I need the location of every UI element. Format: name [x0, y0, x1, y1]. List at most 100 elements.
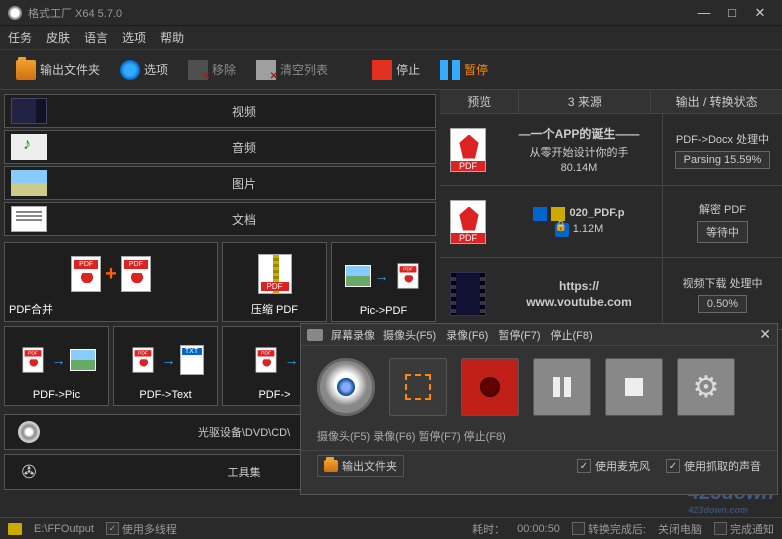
- menu-help[interactable]: 帮助: [160, 29, 184, 46]
- screen-recording-panel: 屏幕录像 摄像头(F5) 录像(F6) 暂停(F7) 停止(F8) ✕ ⚙ 摄像…: [300, 323, 778, 495]
- rec-title-text: 屏幕录像: [331, 327, 375, 343]
- arrow-icon: →: [162, 352, 176, 368]
- source-title: 020_PDF.p: [569, 207, 624, 221]
- rec-hint-stop: 停止(F8): [551, 327, 593, 343]
- folder-icon: [551, 207, 565, 221]
- source-row-3[interactable]: https:// www.voutube.com 视频下载 处理中 0.50%: [440, 258, 782, 330]
- elapsed-label: 耗时：: [472, 521, 505, 537]
- after-done-checkbox[interactable]: 转换完成后:: [572, 521, 646, 537]
- category-video[interactable]: 视频: [4, 94, 436, 128]
- camera-icon: [307, 329, 323, 341]
- disc-icon: [11, 419, 47, 445]
- crop-icon: [405, 374, 431, 400]
- source-info: 020_PDF.p 1.12M: [496, 186, 662, 257]
- tile-pdf-to-text[interactable]: → PDF->Text: [113, 326, 218, 406]
- source-row-1[interactable]: PDF —一个APP的诞生—— 从零开始设计你的手 80.14M PDF->Do…: [440, 114, 782, 186]
- tools-icon: ✇: [11, 459, 47, 485]
- rec-crop-button[interactable]: [389, 358, 447, 416]
- rec-record-button[interactable]: [461, 358, 519, 416]
- pause-label: 暂停: [464, 61, 488, 78]
- category-audio[interactable]: 音频: [4, 130, 436, 164]
- pause-icon: [440, 60, 460, 80]
- category-video-label: 视频: [53, 103, 435, 120]
- arrow-icon: →: [52, 352, 66, 368]
- rec-footer: 输出文件夹 使用麦克风 使用抓取的声音: [301, 450, 777, 481]
- source-status: PDF->Docx 处理中 Parsing 15.59%: [662, 114, 782, 185]
- gear-icon: ⚙: [693, 370, 720, 405]
- stop-icon: [372, 60, 392, 80]
- output-path[interactable]: E:\FFOutput: [34, 523, 94, 535]
- options-button[interactable]: 选项: [112, 56, 176, 84]
- source-info: —一个APP的诞生—— 从零开始设计你的手 80.14M: [496, 114, 662, 185]
- source-info: https:// www.voutube.com: [496, 258, 662, 329]
- status-title: PDF->Docx 处理中: [676, 131, 769, 147]
- header-source[interactable]: 3 来源: [519, 90, 651, 113]
- source-size: 1.12M: [573, 223, 604, 237]
- rec-hint-rec: 录像(F6): [446, 327, 488, 343]
- status-progress: 0.50%: [698, 295, 747, 313]
- stop-button[interactable]: 停止: [364, 56, 428, 84]
- tile-compress-pdf[interactable]: 压缩 PDF: [222, 242, 327, 322]
- rec-use-grab-audio-checkbox[interactable]: 使用抓取的声音: [666, 458, 761, 474]
- rec-stop-button[interactable]: [605, 358, 663, 416]
- notify-label: 完成通知: [730, 521, 774, 537]
- app-logo-icon: [8, 6, 22, 20]
- minimize-button[interactable]: —: [690, 5, 718, 20]
- audio-icon: [11, 134, 47, 160]
- rec-settings-button[interactable]: ⚙: [677, 358, 735, 416]
- pause-button[interactable]: 暂停: [432, 56, 496, 84]
- tile-pdf-to-pic[interactable]: → PDF->Pic: [4, 326, 109, 406]
- tile-label: PDF合并: [9, 301, 53, 317]
- use-mic-label: 使用麦克风: [595, 458, 650, 474]
- output-folder-label: 输出文件夹: [40, 61, 100, 78]
- header-preview[interactable]: 预览: [440, 90, 519, 113]
- image-icon: [11, 170, 47, 196]
- plus-icon: +: [105, 263, 117, 286]
- pdf-icon: [397, 263, 418, 288]
- maximize-button[interactable]: □: [718, 5, 746, 20]
- multithread-checkbox[interactable]: 使用多线程: [106, 521, 177, 537]
- document-icon: [11, 206, 47, 232]
- menu-skin[interactable]: 皮肤: [46, 29, 70, 46]
- clear-icon: [256, 60, 276, 80]
- pdf-icon: [22, 347, 43, 372]
- menu-language[interactable]: 语言: [84, 29, 108, 46]
- source-row-2[interactable]: PDF 020_PDF.p 1.12M 解密 PDF 等待中: [440, 186, 782, 258]
- rec-output-label: 输出文件夹: [342, 458, 397, 474]
- arrow-icon: →: [285, 352, 299, 368]
- window-title: 格式工厂 X64 5.7.0: [28, 5, 690, 21]
- pdf-icon: [71, 256, 101, 292]
- remove-button[interactable]: 移除: [180, 56, 244, 84]
- clear-list-button[interactable]: 清空列表: [248, 56, 336, 84]
- menu-options[interactable]: 选项: [122, 29, 146, 46]
- category-document[interactable]: 文档: [4, 202, 436, 236]
- rec-pause-button[interactable]: [533, 358, 591, 416]
- rec-close-button[interactable]: ✕: [759, 326, 771, 343]
- titlebar: 格式工厂 X64 5.7.0 — □ ✕: [0, 0, 782, 26]
- use-grab-audio-label: 使用抓取的声音: [684, 458, 761, 474]
- category-image[interactable]: 图片: [4, 166, 436, 200]
- header-status[interactable]: 输出 / 转换状态: [651, 90, 782, 113]
- close-button[interactable]: ✕: [746, 5, 774, 21]
- app-icon: [533, 207, 547, 221]
- tile-pdf-merge[interactable]: + PDF合并: [4, 242, 218, 322]
- notify-checkbox[interactable]: 完成通知: [714, 521, 774, 537]
- pdf-icon: [132, 347, 153, 372]
- stop-icon: [625, 378, 643, 396]
- source-thumb: PDF: [440, 114, 496, 185]
- options-icon: [120, 60, 140, 80]
- output-folder-button[interactable]: 输出文件夹: [8, 56, 108, 84]
- menu-task[interactable]: 任务: [8, 29, 32, 46]
- tile-label: PDF->Pic: [33, 389, 80, 401]
- source-status: 视频下载 处理中 0.50%: [662, 258, 782, 329]
- rec-use-mic-checkbox[interactable]: 使用麦克风: [577, 458, 650, 474]
- source-thumb: PDF: [440, 186, 496, 257]
- rec-hint-pause: 暂停(F7): [498, 327, 540, 343]
- tile-pic-to-pdf[interactable]: → Pic->PDF: [331, 242, 436, 322]
- toolbar: 输出文件夹 选项 移除 清空列表 停止 暂停: [0, 50, 782, 90]
- rec-output-folder-button[interactable]: 输出文件夹: [317, 455, 404, 477]
- tile-label: PDF->: [258, 389, 290, 401]
- shutdown-option[interactable]: 关闭电脑: [658, 521, 702, 537]
- rec-camera-button[interactable]: [317, 358, 375, 416]
- status-progress: Parsing 15.59%: [675, 151, 771, 169]
